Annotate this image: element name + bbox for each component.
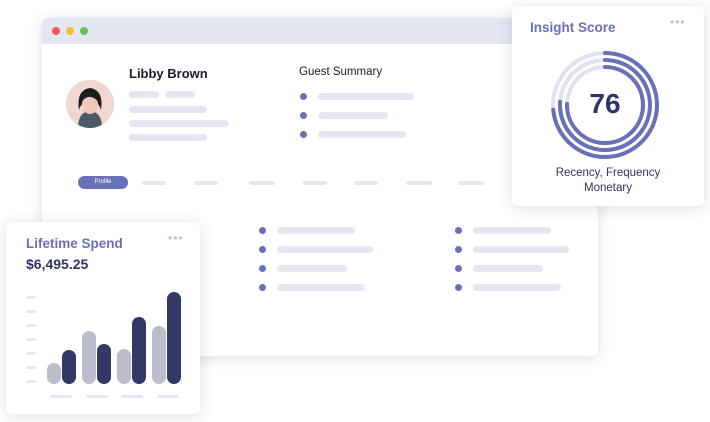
y-axis-tick (26, 338, 36, 341)
list-line-placeholder (473, 246, 569, 253)
summary-line-placeholder (318, 112, 388, 119)
insight-score-card: Insight Score ••• 76 Recency, Frequency … (512, 6, 704, 206)
list-line-placeholder (277, 265, 347, 272)
y-axis-tick (26, 310, 36, 313)
chart-bar (132, 317, 146, 384)
list-bullet-icon (259, 227, 266, 234)
list-line-placeholder (277, 246, 373, 253)
list-line-placeholder (473, 265, 543, 272)
list-line-placeholder (277, 227, 355, 234)
chart-bar (82, 331, 96, 384)
tab-placeholder[interactable] (249, 181, 275, 185)
tab-placeholder[interactable] (303, 181, 327, 185)
summary-line-placeholder (318, 131, 406, 138)
lifetime-spend-value: $6,495.25 (26, 256, 89, 272)
y-axis-tick (26, 380, 36, 383)
list-line-placeholder (277, 284, 365, 291)
list-bullet-icon (259, 284, 266, 291)
list-line-placeholder (473, 284, 561, 291)
tab-placeholder[interactable] (458, 181, 484, 185)
profile-name: Libby Brown (129, 66, 208, 81)
tab-placeholder[interactable] (406, 181, 432, 185)
chart-bar (97, 344, 111, 384)
y-axis-tick (26, 324, 36, 327)
list-bullet-icon (259, 265, 266, 272)
y-axis-tick (26, 296, 36, 299)
profile-detail-placeholder (129, 91, 159, 98)
chart-bar (47, 363, 61, 384)
guest-summary-title: Guest Summary (299, 66, 383, 78)
profile-detail-placeholder (129, 120, 229, 127)
tab-placeholder[interactable] (142, 181, 166, 185)
profile-detail-placeholder (129, 106, 207, 113)
minimize-window-button[interactable] (66, 27, 74, 35)
lifetime-spend-title: Lifetime Spend (26, 236, 123, 251)
list-bullet-icon (455, 246, 462, 253)
close-window-button[interactable] (52, 27, 60, 35)
chart-bar (167, 292, 181, 384)
y-axis-tick (26, 366, 36, 369)
tab-placeholder[interactable] (194, 181, 218, 185)
profile-detail-placeholder (129, 134, 207, 141)
maximize-window-button[interactable] (80, 27, 88, 35)
more-dots-icon[interactable]: ••• (670, 16, 686, 28)
insight-score-subtitle: Recency, Frequency Monetary (512, 166, 704, 196)
avatar (66, 80, 114, 128)
list-bullet-icon (259, 246, 266, 253)
chart-bar (117, 349, 131, 384)
x-axis-label-placeholder (50, 395, 72, 398)
x-axis-label-placeholder (157, 395, 179, 398)
list-bullet-icon (455, 265, 462, 272)
insight-subtitle-line: Monetary (584, 182, 632, 194)
insight-subtitle-line: Recency, Frequency (555, 167, 661, 179)
tab-profile[interactable]: Profile (78, 176, 128, 189)
list-line-placeholder (473, 227, 551, 234)
tab-placeholder[interactable] (354, 181, 378, 185)
insight-score-title: Insight Score (530, 20, 616, 35)
x-axis-label-placeholder (86, 395, 108, 398)
summary-line-placeholder (318, 93, 414, 100)
profile-detail-placeholder (165, 91, 195, 98)
list-bullet-icon (455, 284, 462, 291)
lifetime-spend-card: Lifetime Spend ••• $6,495.25 (6, 222, 200, 414)
avatar-image (66, 80, 114, 128)
more-dots-icon[interactable]: ••• (168, 232, 184, 244)
list-bullet-icon (300, 112, 307, 119)
y-axis-tick (26, 352, 36, 355)
x-axis-label-placeholder (121, 395, 143, 398)
list-bullet-icon (300, 93, 307, 100)
chart-bar (152, 326, 166, 384)
chart-bar (62, 350, 76, 384)
list-bullet-icon (300, 131, 307, 138)
insight-score-value: 76 (589, 88, 621, 119)
list-bullet-icon (455, 227, 462, 234)
